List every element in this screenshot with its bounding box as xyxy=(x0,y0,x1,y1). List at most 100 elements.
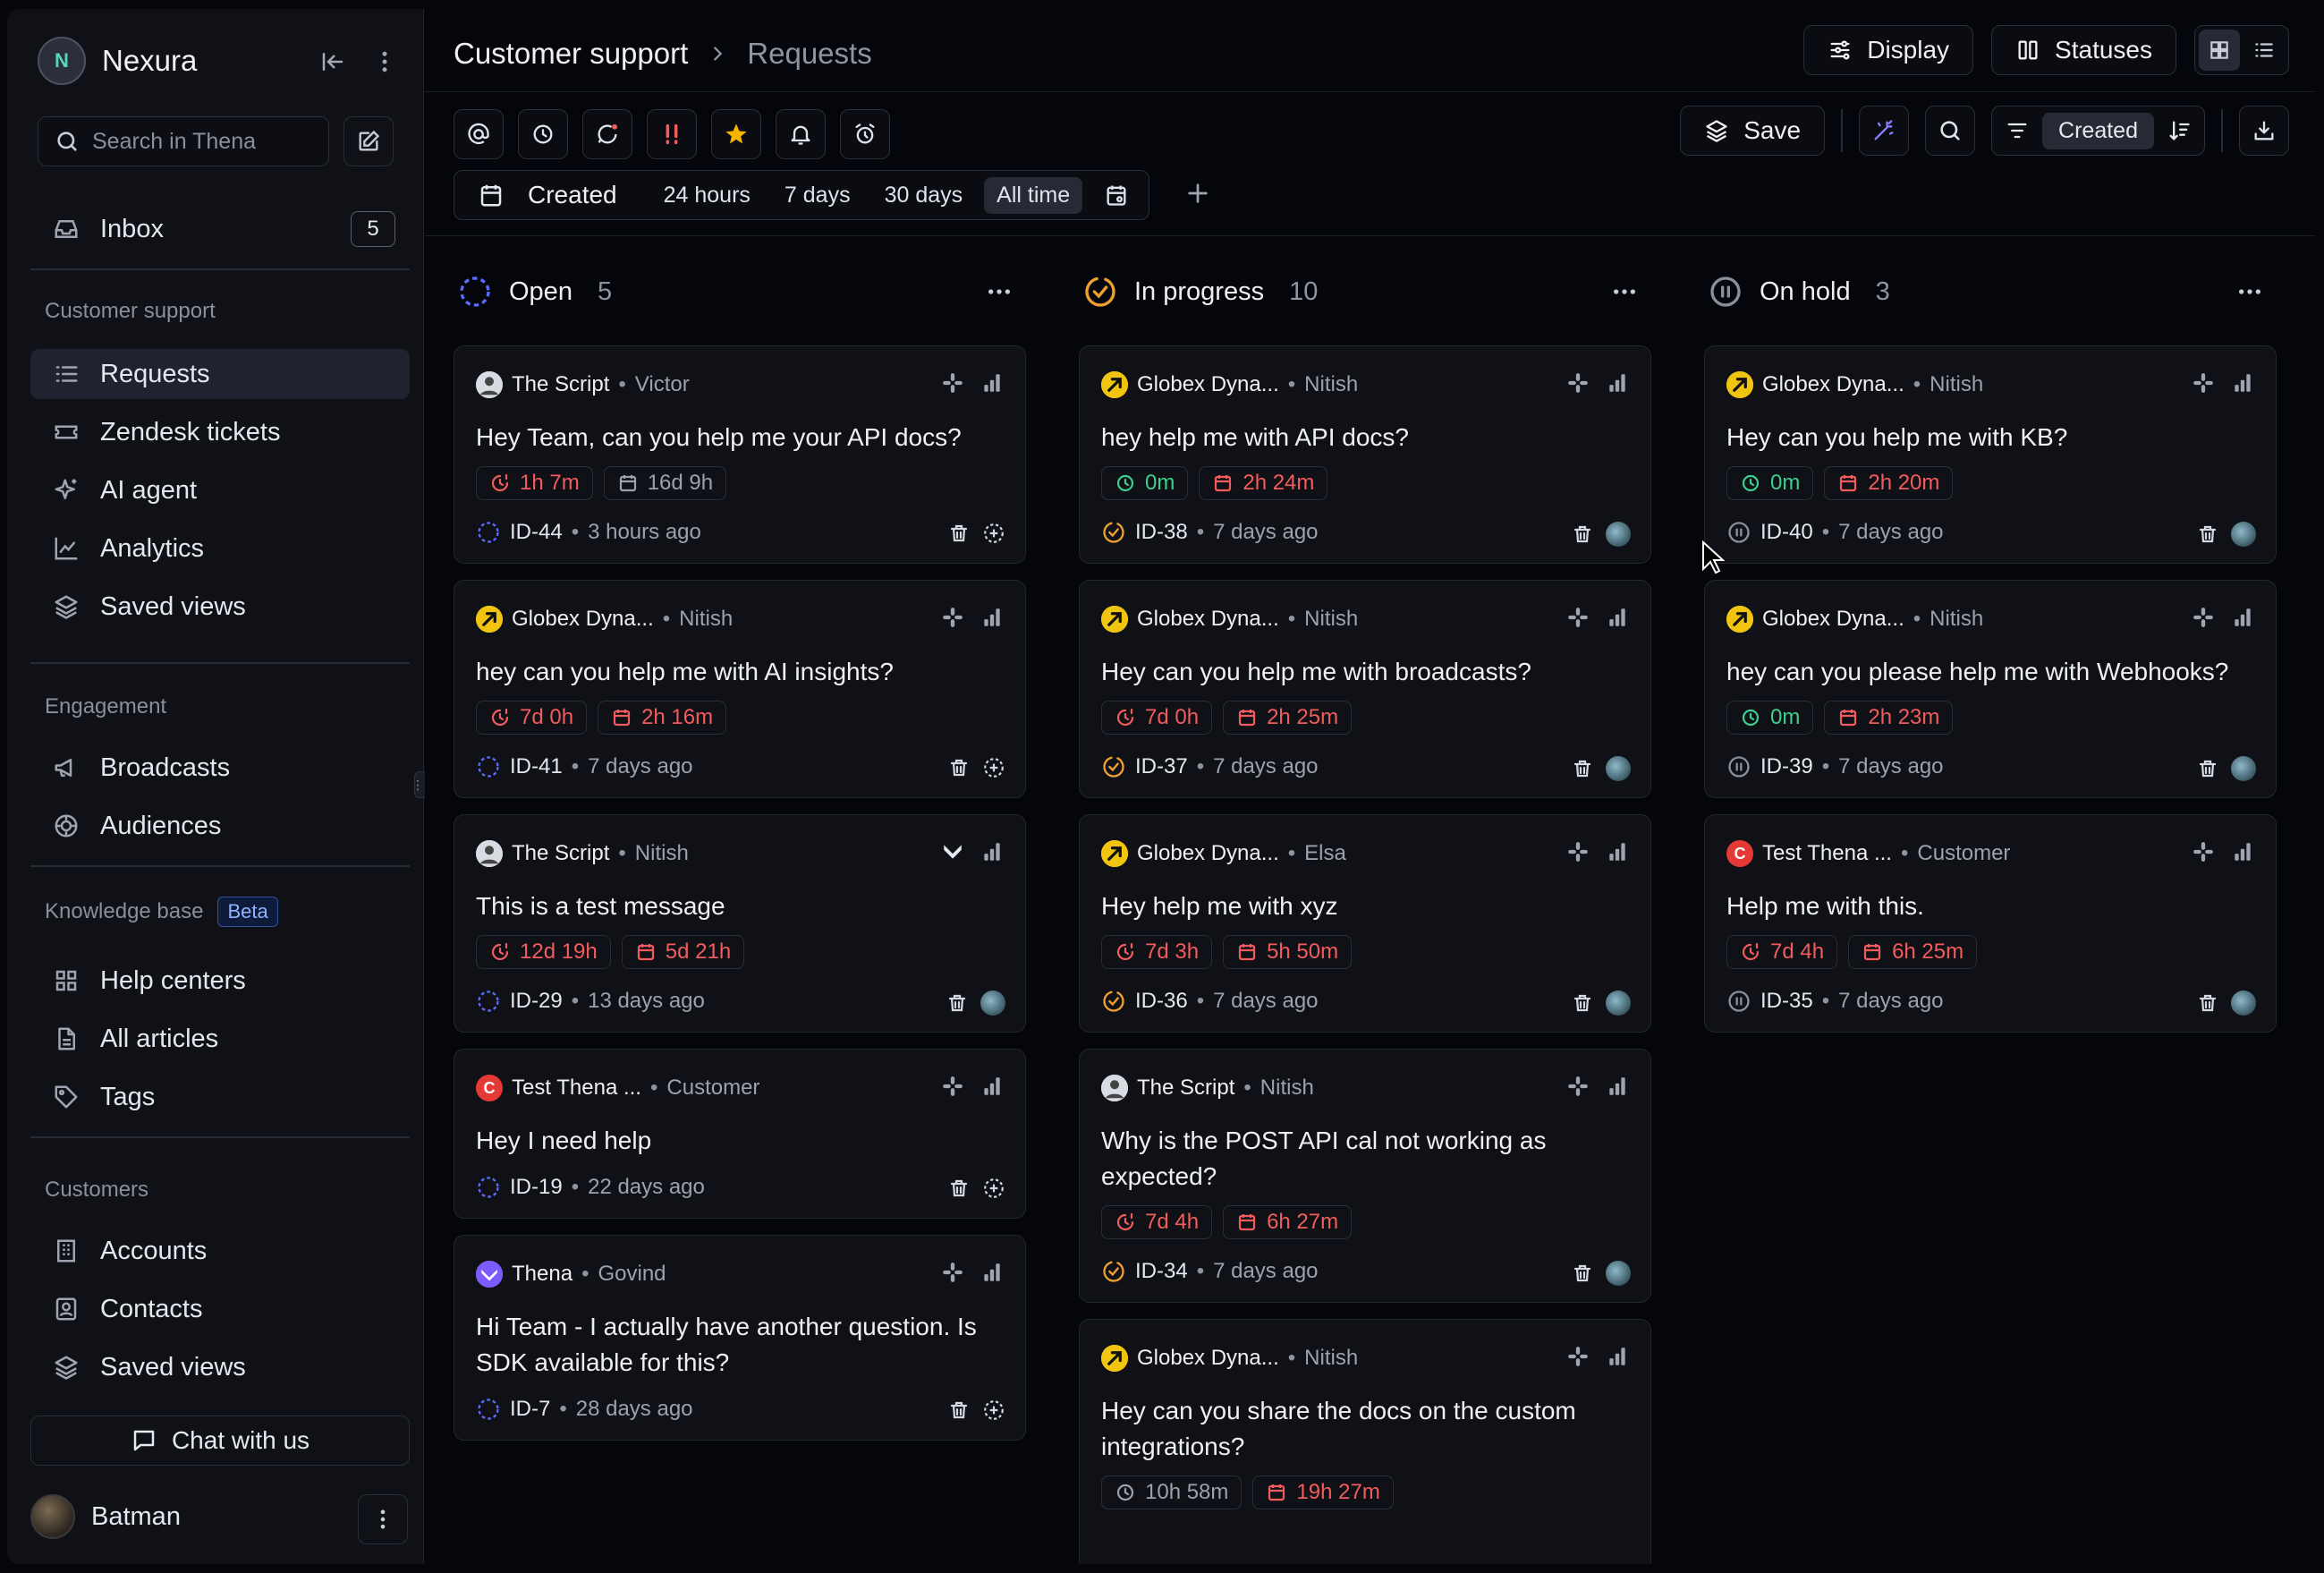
search-button[interactable] xyxy=(1925,106,1976,156)
ticket-id[interactable]: ID-37 xyxy=(1135,754,1188,779)
unread-filter[interactable] xyxy=(582,109,632,159)
priority-bars-icon[interactable] xyxy=(1606,1075,1629,1098)
sort-control[interactable]: Created xyxy=(1991,106,2205,156)
request-card[interactable]: C Test Thena ... • Customer Help me with thi… xyxy=(1704,814,2277,1033)
sidebar-item-all-articles[interactable]: All articles xyxy=(30,1014,410,1064)
collapse-sidebar-icon[interactable] xyxy=(319,48,346,75)
org-name[interactable]: Globex Dyna... xyxy=(1137,841,1279,866)
assignee-avatar[interactable] xyxy=(980,991,1005,1016)
org-name[interactable]: Test Thena ... xyxy=(512,1076,641,1101)
trash-icon[interactable] xyxy=(1572,992,1593,1014)
priority-bars-icon[interactable] xyxy=(1606,606,1629,629)
sidebar-item-broadcasts[interactable]: Broadcasts xyxy=(30,743,410,793)
sidebar-item-audiences[interactable]: Audiences xyxy=(30,801,410,851)
display-button[interactable]: Display xyxy=(1803,25,1974,75)
ticket-id[interactable]: ID-34 xyxy=(1135,1259,1188,1284)
request-card[interactable]: Thena • Govind Hi Team - I actually have an… xyxy=(454,1235,1026,1441)
request-card[interactable]: The Script • Nitish Why is the POST API cal… xyxy=(1079,1049,1651,1303)
reminder-filter[interactable] xyxy=(840,109,890,159)
assignee-avatar[interactable] xyxy=(1606,991,1631,1016)
workspace-switcher[interactable]: N Nexura xyxy=(38,34,197,88)
range-30-days[interactable]: 30 days xyxy=(872,177,976,214)
sidebar-item-tags[interactable]: Tags xyxy=(30,1072,410,1122)
request-card[interactable]: Globex Dyna... • Nitish hey help me with AP… xyxy=(1079,345,1651,564)
ticket-id[interactable]: ID-40 xyxy=(1760,520,1813,545)
assignee-avatar[interactable] xyxy=(1606,1261,1631,1286)
priority-bars-icon[interactable] xyxy=(980,606,1004,629)
compose-button[interactable] xyxy=(344,116,394,166)
ticket-id[interactable]: ID-38 xyxy=(1135,520,1188,545)
request-card[interactable]: Globex Dyna... • Nitish hey can you help me… xyxy=(454,580,1026,798)
priority-bars-icon[interactable] xyxy=(980,840,1004,863)
org-name[interactable]: Globex Dyna... xyxy=(1762,607,1904,632)
request-card[interactable]: Globex Dyna... • Nitish hey can you please … xyxy=(1704,580,2277,798)
sidebar-item-contacts[interactable]: Contacts xyxy=(30,1284,410,1334)
filter-icon[interactable] xyxy=(2005,118,2030,143)
ticket-id[interactable]: ID-7 xyxy=(510,1397,550,1422)
sidebar-item-help-centers[interactable]: Help centers xyxy=(30,956,410,1006)
more-horizontal-icon[interactable] xyxy=(985,277,1014,306)
save-view-button[interactable]: Save xyxy=(1680,106,1826,156)
priority-bars-icon[interactable] xyxy=(1606,1345,1629,1368)
user-menu-button[interactable] xyxy=(358,1494,408,1544)
sidebar-item-zendesk-tickets[interactable]: Zendesk tickets xyxy=(30,407,410,457)
sort-field[interactable]: Created xyxy=(2042,112,2154,149)
sidebar-item-accounts[interactable]: Accounts xyxy=(30,1226,410,1276)
search-input[interactable] xyxy=(92,128,316,155)
sort-descending-icon[interactable] xyxy=(2167,118,2192,143)
trash-icon[interactable] xyxy=(948,1178,970,1199)
assignee-avatar[interactable] xyxy=(1606,522,1631,547)
search-box[interactable] xyxy=(38,116,329,166)
priority-bars-icon[interactable] xyxy=(1606,371,1629,395)
trash-icon[interactable] xyxy=(948,757,970,778)
assign-user-icon[interactable] xyxy=(982,756,1005,779)
priority-bars-icon[interactable] xyxy=(2231,840,2254,863)
assign-user-icon[interactable] xyxy=(982,1399,1005,1422)
priority-bars-icon[interactable] xyxy=(980,1261,1004,1284)
assignee-avatar[interactable] xyxy=(2231,756,2256,781)
org-name[interactable]: Globex Dyna... xyxy=(1137,607,1279,632)
range-7-days[interactable]: 7 days xyxy=(772,177,863,214)
assign-user-icon[interactable] xyxy=(982,1177,1005,1200)
mentions-filter[interactable] xyxy=(454,109,504,159)
breadcrumb-customer-support[interactable]: Customer support xyxy=(454,37,688,71)
board-view-icon[interactable] xyxy=(2199,30,2240,71)
org-name[interactable]: Thena xyxy=(512,1262,573,1287)
sidebar-item-inbox[interactable]: Inbox 5 xyxy=(30,204,410,254)
trash-icon[interactable] xyxy=(1572,523,1593,545)
add-filter-icon[interactable] xyxy=(1183,179,1212,208)
urgent-filter[interactable] xyxy=(647,109,697,159)
sidebar-item-requests[interactable]: Requests xyxy=(30,349,410,399)
trash-icon[interactable] xyxy=(2197,758,2218,779)
trash-icon[interactable] xyxy=(1572,758,1593,779)
sidebar-item-analytics[interactable]: Analytics xyxy=(30,523,410,574)
range-24-hours[interactable]: 24 hours xyxy=(651,177,763,214)
request-card[interactable]: Globex Dyna... • Elsa Hey help me with xyz 7… xyxy=(1079,814,1651,1033)
org-name[interactable]: The Script xyxy=(512,841,609,866)
more-horizontal-icon[interactable] xyxy=(2235,277,2264,306)
more-horizontal-icon[interactable] xyxy=(1610,277,1639,306)
more-vertical-icon[interactable] xyxy=(371,48,398,75)
starred-filter[interactable] xyxy=(711,109,761,159)
priority-bars-icon[interactable] xyxy=(980,1075,1004,1098)
org-name[interactable]: The Script xyxy=(512,372,609,397)
trash-icon[interactable] xyxy=(948,1399,970,1421)
ticket-id[interactable]: ID-29 xyxy=(510,989,563,1014)
request-card[interactable]: The Script • Victor Hey Team, can you help … xyxy=(454,345,1026,564)
trash-icon[interactable] xyxy=(948,523,970,544)
ticket-id[interactable]: ID-36 xyxy=(1135,989,1188,1014)
recent-filter[interactable] xyxy=(518,109,568,159)
org-name[interactable]: Globex Dyna... xyxy=(1137,1346,1279,1371)
org-name[interactable]: Globex Dyna... xyxy=(1137,372,1279,397)
custom-date-icon[interactable] xyxy=(1091,177,1141,213)
ticket-id[interactable]: ID-44 xyxy=(510,520,563,545)
request-card[interactable]: Globex Dyna... • Nitish Hey can you help me… xyxy=(1704,345,2277,564)
org-name[interactable]: Globex Dyna... xyxy=(512,607,654,632)
assignee-avatar[interactable] xyxy=(2231,991,2256,1016)
sidebar-item-saved-views-customers[interactable]: Saved views xyxy=(30,1342,410,1392)
request-card[interactable]: The Script • Nitish This is a test message 1… xyxy=(454,814,1026,1033)
sidebar-item-ai-agent[interactable]: AI agent xyxy=(30,465,410,515)
list-view-icon[interactable] xyxy=(2243,30,2285,71)
priority-bars-icon[interactable] xyxy=(1606,840,1629,863)
request-card[interactable]: Globex Dyna... • Nitish Hey can you help me… xyxy=(1079,580,1651,798)
